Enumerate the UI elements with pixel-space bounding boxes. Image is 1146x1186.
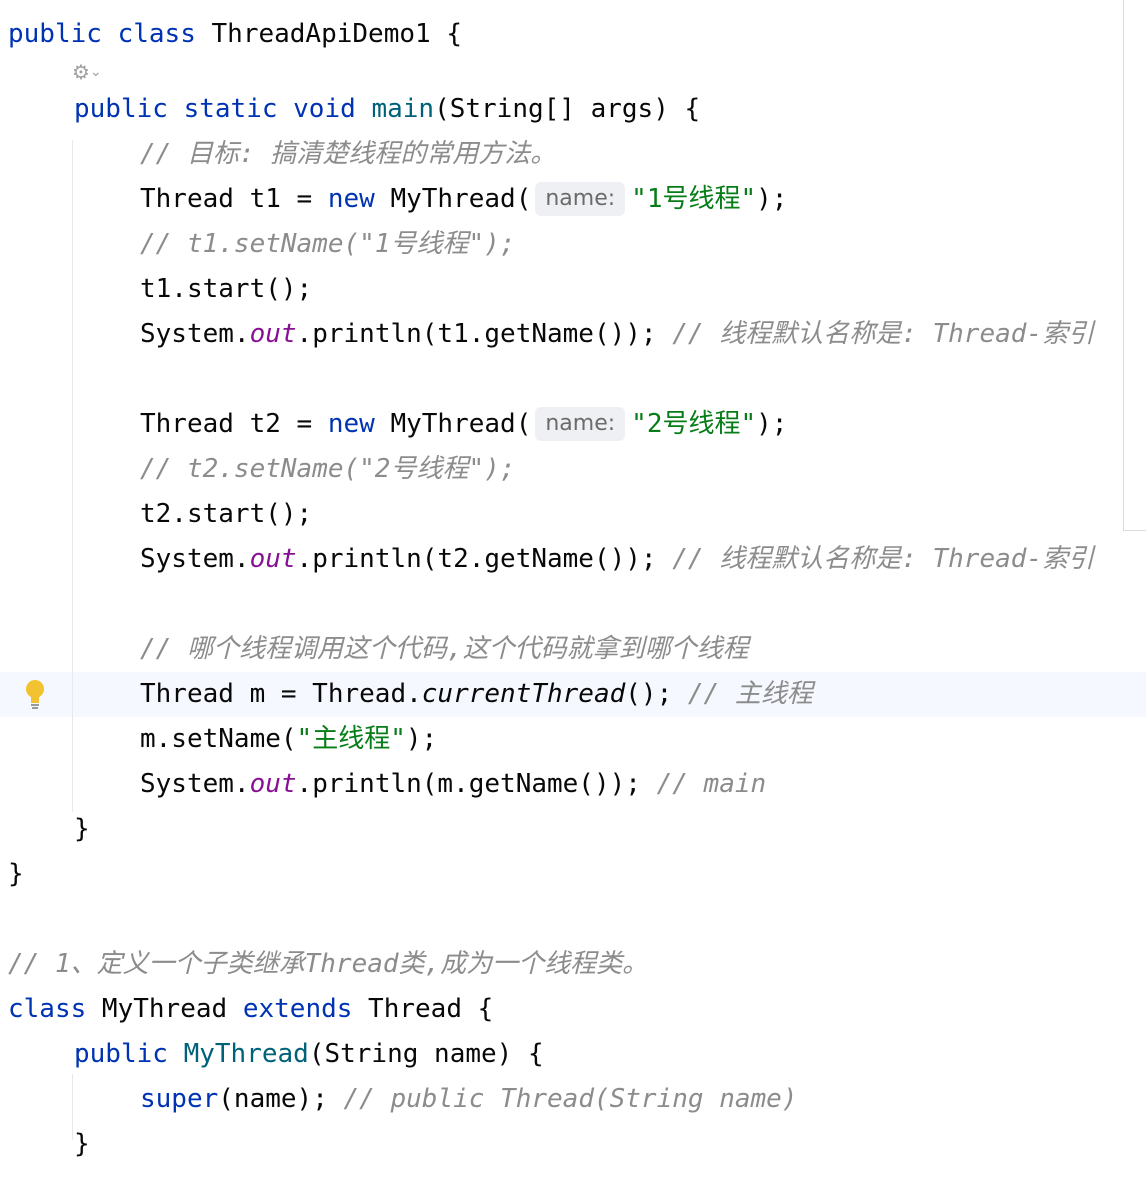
closing-brace: } [8,859,24,889]
code-text: .println(m.getName()); [296,769,657,799]
parameter-hint: name: [535,407,626,441]
comment: // 目标: 搞清楚线程的常用方法。 [140,139,557,169]
code-text: .println(t2.getName()); [296,544,673,574]
comment: // 线程默认名称是: Thread-索引 [672,319,1095,349]
keyword-public: public [8,19,102,49]
code-text: ); [756,184,788,214]
code-text: Thread t2 = [140,409,328,439]
closing-brace: } [74,1129,90,1159]
code-line-23: public MyThread(String name) { [74,1032,544,1077]
code-text: System. [140,544,250,574]
code-text: ); [756,409,788,439]
comment: // public Thread(String name) [343,1084,798,1114]
keyword-new: new [327,184,375,214]
code-line-18: } [74,807,90,852]
keyword-super: super [140,1084,219,1114]
code-text: MyThread [86,994,243,1024]
class-declaration: ThreadApiDemo1 { [195,19,462,49]
keyword-new: new [327,409,375,439]
keyword-static: static [183,94,278,124]
keyword-extends: extends [242,994,353,1024]
closing-brace: } [74,814,90,844]
implement-gutter-icon[interactable]: ⚙⌄ [72,58,102,86]
code-line-16: m.setName("主线程"); [140,717,437,762]
static-method-currentThread: currentThread [421,679,626,709]
code-line-22: class MyThread extends Thread { [8,987,493,1032]
keyword-void: void [293,94,356,124]
code-line-17: System.out.println(m.getName()); // main [140,762,766,807]
code-text: (String name) { [308,1039,544,1069]
code-line-6: t1.start(); [140,267,312,312]
code-text: System. [140,319,250,349]
code-editor[interactable]: ⚙⌄ public class ThreadApiDemo1 { public … [0,0,1146,1186]
code-line-10: // t2.setName("2号线程"); [140,447,515,492]
lightbulb-icon[interactable] [24,678,46,712]
comment: // 线程默认名称是: Thread-索引 [672,544,1095,574]
code-text: m.setName( [140,724,297,754]
code-line-14: // 哪个线程调用这个代码,这个代码就拿到哪个线程 [140,627,749,672]
code-text: MyThread( [374,184,532,214]
static-field-out: out [249,769,297,799]
code-line-11: t2.start(); [140,492,312,537]
keyword-public: public [74,1039,168,1069]
static-field-out: out [249,544,297,574]
code-line-19: } [8,852,24,897]
code-line-25: } [74,1122,90,1167]
keyword-class: class [8,994,87,1024]
code-line-12: System.out.println(t2.getName()); // 线程默… [140,537,1094,582]
comment: // main [656,769,767,799]
comment: // 主线程 [687,679,813,709]
code-line-7: System.out.println(t1.getName()); // 线程默… [140,312,1094,357]
code-text: t1.start(); [140,274,313,304]
code-line-21: // 1、定义一个子类继承Thread类,成为一个线程类。 [8,942,648,987]
comment: // 1、定义一个子类继承Thread类,成为一个线程类。 [8,949,649,979]
string-literal: "主线程" [296,724,406,754]
code-text: Thread m = Thread. [140,679,422,709]
code-line-9: Thread t2 = new MyThread(name: "2号线程"); [140,402,787,447]
code-text: Thread { [352,994,494,1024]
code-text: Thread t1 = [140,184,328,214]
parameter-hint: name: [535,182,626,216]
indent-guide [72,1074,73,1140]
string-literal: "1号线程" [631,184,757,214]
string-literal: "2号线程" [631,409,757,439]
code-text: .println(t1.getName()); [296,319,673,349]
keyword-class: class [117,19,196,49]
code-line-15: Thread m = Thread.currentThread(); // 主线… [140,672,813,717]
code-line-5: // t1.setName("1号线程"); [140,222,515,267]
code-line-1: public class ThreadApiDemo1 { [8,12,462,57]
editor-scrollbar[interactable] [1123,0,1146,531]
method-main: main [371,94,435,124]
code-text: ); [405,724,438,754]
comment: // t2.setName("2号线程"); [140,454,516,484]
code-text: t2.start(); [140,499,313,529]
code-line-24: super(name); // public Thread(String nam… [140,1077,797,1122]
constructor-MyThread: MyThread [183,1039,309,1069]
code-line-3: // 目标: 搞清楚线程的常用方法。 [140,132,556,177]
code-text: MyThread( [374,409,532,439]
code-line-2: public static void main(String[] args) { [74,87,700,132]
indent-guide [72,140,73,812]
code-text: System. [140,769,250,799]
code-text: (name); [218,1084,344,1114]
main-params: (String[] args) { [434,94,701,124]
keyword-public: public [74,94,168,124]
code-text: (); [625,679,688,709]
static-field-out: out [249,319,297,349]
code-line-4: Thread t1 = new MyThread(name: "1号线程"); [140,177,787,222]
comment: // t1.setName("1号线程"); [140,229,516,259]
comment: // 哪个线程调用这个代码,这个代码就拿到哪个线程 [140,634,749,664]
